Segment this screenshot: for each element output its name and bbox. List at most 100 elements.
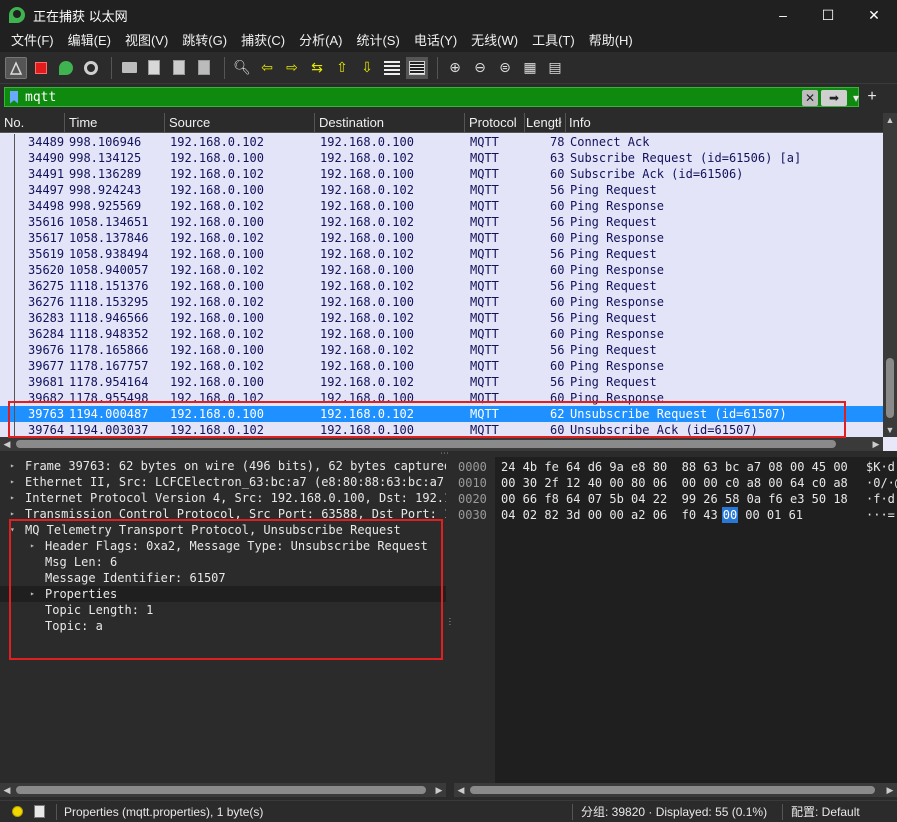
close-button[interactable]: ✕ [851,0,897,30]
packet-row[interactable]: 39677 1178.167757 192.168.0.102 192.168.0.1… [0,358,883,374]
expand-arrow-icon[interactable]: ▸ [10,490,15,506]
bytes-ascii[interactable]: ·f·d [866,491,895,507]
maximize-button[interactable]: ☐ [805,0,851,30]
scroll-thumb[interactable] [470,786,875,794]
auto-scroll-icon[interactable] [381,57,403,79]
packet-row[interactable]: 39676 1178.165866 192.168.0.100 192.168.0.1… [0,342,883,358]
clear-filter-button[interactable]: ✕ [802,90,818,106]
expand-arrow-icon[interactable]: ▸ [30,538,35,554]
packet-row[interactable]: 35619 1058.938494 192.168.0.100 192.168.0.1… [0,246,883,262]
column-length[interactable]: Lengtł [522,113,566,133]
save-file-icon[interactable] [143,57,165,79]
packet-row[interactable]: 34491 998.136289 192.168.0.102 192.168.0.10… [0,166,883,182]
expand-arrow-icon[interactable]: ▸ [10,506,15,522]
colorize-icon[interactable] [406,56,428,79]
scroll-thumb[interactable] [16,786,426,794]
scroll-thumb[interactable] [886,358,894,418]
shark-fin-start-icon[interactable] [5,56,27,79]
packet-row[interactable]: 35616 1058.134651 192.168.0.100 192.168.0.1… [0,214,883,230]
details-hscrollbar[interactable]: ◀ ▶ [0,783,446,797]
add-filter-button[interactable]: + [864,86,880,108]
column-no[interactable]: No. [0,113,65,133]
detail-row[interactable]: ▸ Internet Protocol Version 4, Src: 192.1… [0,490,446,506]
column-time[interactable]: Time [65,113,165,133]
bytes-ascii[interactable]: $K·d [866,459,895,475]
expand-arrow-icon[interactable]: ▸ [10,458,15,474]
apply-filter-button[interactable]: ➡ [821,90,847,106]
packet-row[interactable]: 36275 1118.151376 192.168.0.100 192.168.0.1… [0,278,883,294]
zoom-normal-icon[interactable]: ⊜ [494,57,516,79]
column-source[interactable]: Source [165,113,315,133]
detail-row[interactable]: Topic Length: 1 [0,602,446,618]
detail-row[interactable]: ▸ Properties [0,586,446,602]
menu-statistics[interactable]: 统计(S) [349,30,406,52]
packet-row[interactable]: 39681 1178.954164 192.168.0.100 192.168.0.1… [0,374,883,390]
minimize-button[interactable]: – [760,0,806,30]
menu-tools[interactable]: 工具(T) [525,30,582,52]
selected-byte[interactable]: 00 [722,507,738,523]
menu-go[interactable]: 跳转(G) [175,30,234,52]
menu-edit[interactable]: 编辑(E) [61,30,118,52]
detail-row[interactable]: ▸ Ethernet II, Src: LCFCElectron_63:bc:a7… [0,474,446,490]
filter-text[interactable]: mqtt [25,90,56,105]
go-back-icon[interactable]: ⇦ [256,57,278,79]
go-first-icon[interactable]: ⇧ [331,57,353,79]
bytes-ascii[interactable]: ···= [866,507,895,523]
scroll-thumb[interactable] [16,440,836,448]
packet-row[interactable]: 39764 1194.003037 192.168.0.102 192.168.0.1… [0,422,883,437]
scroll-right-icon[interactable]: ▶ [432,783,446,797]
bytes-hex[interactable]: 24 4b fe 64 d6 9a e8 80 88 63 bc a7 08 0… [501,459,848,475]
bytes-hscrollbar[interactable]: ◀ ▶ [454,783,897,797]
menu-file[interactable]: 文件(F) [4,30,61,52]
filter-history-dropdown[interactable]: ▾ [850,90,862,106]
packet-row[interactable]: 36284 1118.948352 192.168.0.102 192.168.0.1… [0,326,883,342]
bytes-hex-tail[interactable]: 00 01 61 [738,507,803,523]
detail-row[interactable]: Message Identifier: 61507 [0,570,446,586]
expand-arrow-icon[interactable]: ▸ [30,586,35,602]
scroll-left-icon[interactable]: ◀ [454,783,468,797]
packet-row[interactable]: 36276 1118.153295 192.168.0.102 192.168.0.1… [0,294,883,310]
menu-wireless[interactable]: 无线(W) [464,30,525,52]
detail-row[interactable]: ▸ Header Flags: 0xa2, Message Type: Unsub… [0,538,446,554]
bytes-hex[interactable]: 04 02 82 3d 00 00 a2 06 f0 43 [501,507,718,523]
go-last-icon[interactable]: ⇩ [356,57,378,79]
find-packet-icon[interactable]: 🔍︎ [231,57,253,79]
detail-row[interactable]: ▸ Transmission Control Protocol, Src Port… [0,506,446,522]
bookmark-icon[interactable] [10,90,18,104]
menu-telephony[interactable]: 电话(Y) [407,30,464,52]
reload-file-icon[interactable] [193,57,215,79]
packet-row[interactable]: 35617 1058.137846 192.168.0.102 192.168.0.1… [0,230,883,246]
packet-row[interactable]: 39763 1194.000487 192.168.0.100 192.168.0.1… [0,406,883,422]
open-file-icon[interactable] [118,57,140,79]
go-to-packet-icon[interactable]: ⇆ [306,57,328,79]
status-profile[interactable]: 配置: Default [791,801,860,822]
bytes-hex[interactable]: 00 30 2f 12 40 00 80 06 00 00 c0 a8 00 6… [501,475,848,491]
packet-row[interactable]: 34497 998.924243 192.168.0.100 192.168.0.10… [0,182,883,198]
capture-options-icon[interactable] [80,57,102,79]
menu-view[interactable]: 视图(V) [118,30,175,52]
go-forward-icon[interactable]: ⇨ [281,57,303,79]
scroll-right-icon[interactable]: ▶ [883,783,897,797]
packet-row[interactable]: 34490 998.134125 192.168.0.100 192.168.0.10… [0,150,883,166]
scroll-down-icon[interactable]: ▼ [883,423,897,437]
packet-row[interactable]: 35620 1058.940057 192.168.0.102 192.168.0.1… [0,262,883,278]
resize-columns-icon[interactable]: ▦ [519,57,541,79]
scroll-left-icon[interactable]: ◀ [0,783,14,797]
display-filter-input[interactable]: mqtt ✕ ➡ ▾ [4,87,859,107]
detail-row[interactable]: Topic: a [0,618,446,634]
packet-list-vscrollbar[interactable]: ▲ ▼ [883,113,897,437]
menu-capture[interactable]: 捕获(C) [234,30,292,52]
packet-row[interactable]: 36283 1118.946566 192.168.0.100 192.168.0.1… [0,310,883,326]
detail-row[interactable]: Msg Len: 6 [0,554,446,570]
collapse-arrow-icon[interactable]: ▾ [10,522,15,538]
zoom-in-icon[interactable]: ⊕ [444,57,466,79]
close-file-icon[interactable] [168,57,190,79]
scroll-left-icon[interactable]: ◀ [0,437,14,451]
column-destination[interactable]: Destination [315,113,465,133]
packet-row[interactable]: 39682 1178.955498 192.168.0.102 192.168.0.1… [0,390,883,406]
detail-row[interactable]: ▸ Frame 39763: 62 bytes on wire (496 bits… [0,458,446,474]
packet-row[interactable]: 34489 998.106946 192.168.0.102 192.168.0.10… [0,134,883,150]
column-protocol[interactable]: Protocol [465,113,525,133]
bytes-hex[interactable]: 00 66 f8 64 07 5b 04 22 99 26 58 0a f6 e… [501,491,848,507]
scroll-right-icon[interactable]: ▶ [869,437,883,451]
